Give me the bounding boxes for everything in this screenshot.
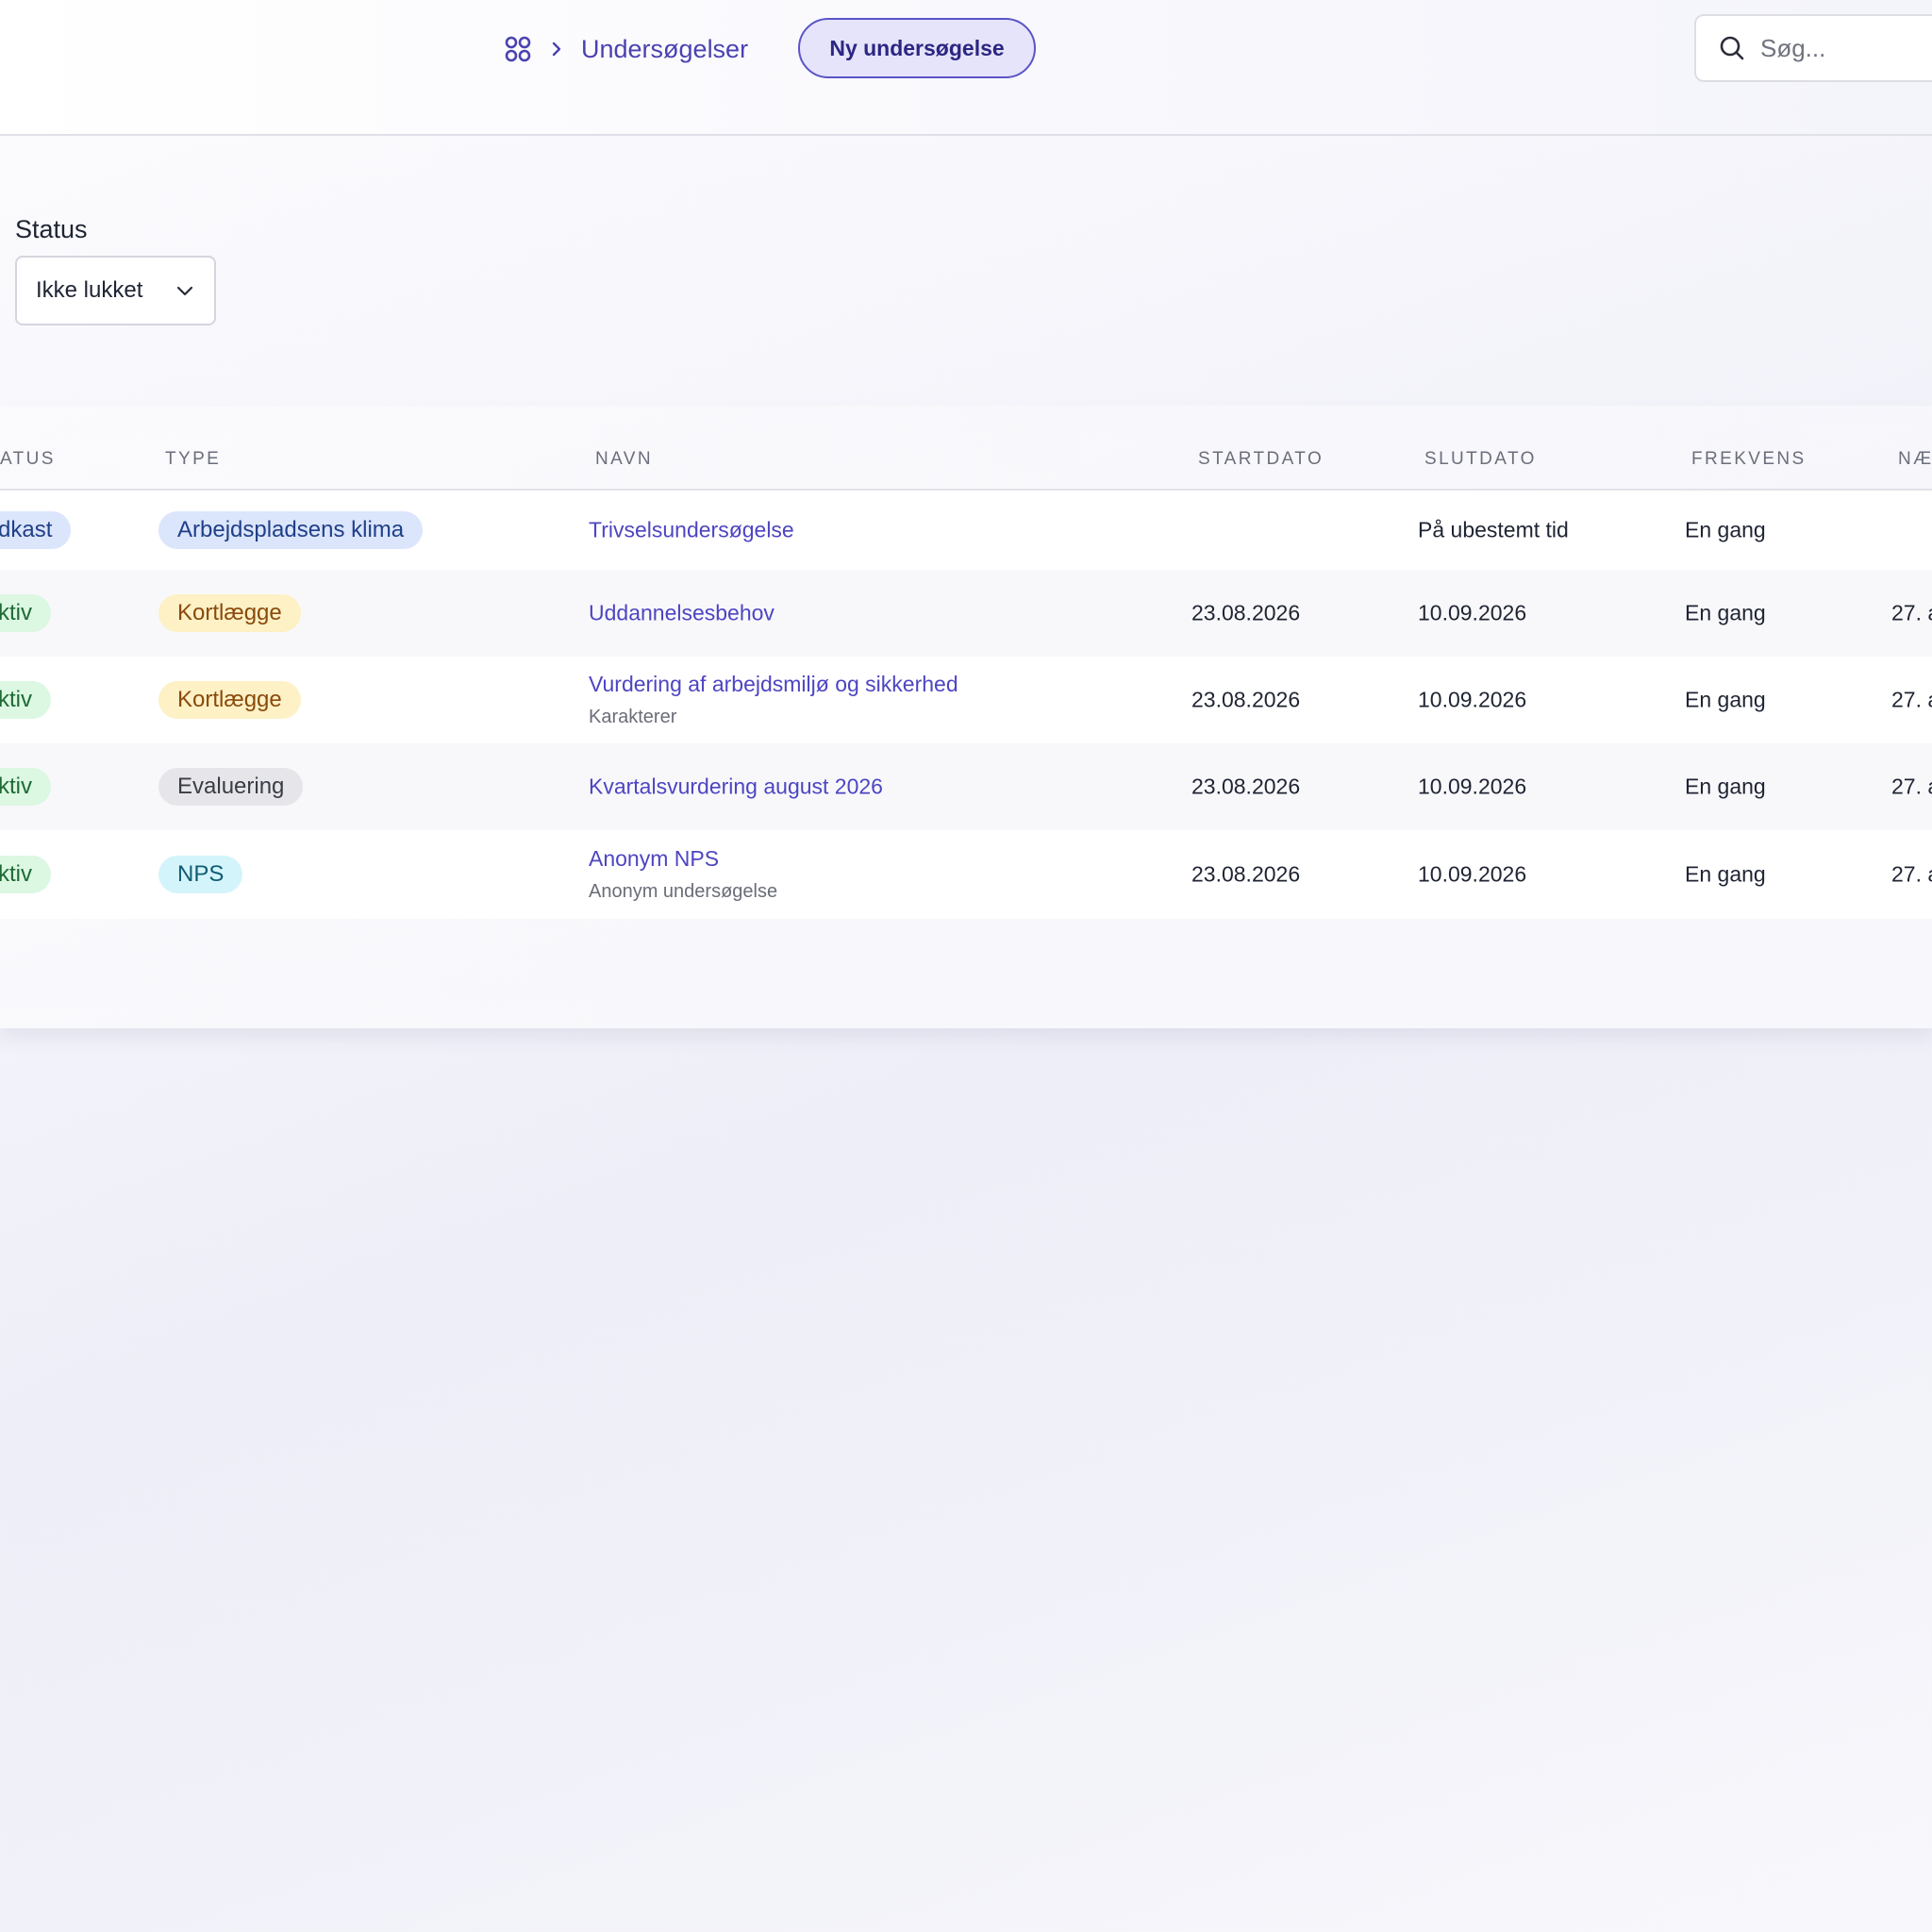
next-date: 27. a [1891, 774, 1932, 799]
survey-name-link[interactable]: Anonym NPS [589, 846, 777, 872]
next-date: 27. a [1891, 687, 1932, 712]
breadcrumb: Undersøgelser [502, 26, 748, 72]
frequency: En gang [1685, 861, 1766, 887]
new-survey-button[interactable]: Ny undersøgelse [798, 18, 1036, 78]
status-filter-label: Status [15, 215, 88, 243]
end-date: 10.09.2026 [1418, 861, 1527, 887]
table-header: ATUS TYPE NAVN STARTDATO SLUTDATO FREKVE… [0, 406, 1932, 491]
search-icon [1717, 33, 1747, 63]
end-date: På ubestemt tid [1418, 517, 1569, 542]
end-date: 10.09.2026 [1418, 687, 1527, 712]
frequency: En gang [1685, 600, 1766, 625]
survey-name-link[interactable]: Uddannelsesbehov [589, 601, 774, 626]
survey-subtitle: Anonym undersøgelse [589, 881, 778, 902]
chevron-right-icon [545, 38, 568, 60]
status-filter-select[interactable]: Ikke lukket [15, 256, 216, 325]
type-badge: Arbejdspladsens klima [158, 511, 424, 549]
table-row[interactable]: ktiv Kortlægge Uddannelsesbehov 23.08.20… [0, 570, 1932, 657]
status-badge: ktiv [0, 594, 51, 632]
type-badge: Kortlægge [158, 681, 301, 719]
type-badge: NPS [158, 856, 243, 893]
frequency: En gang [1685, 517, 1766, 542]
grid-icon[interactable] [502, 33, 534, 65]
chevron-down-icon [175, 281, 195, 302]
start-date: 23.08.2026 [1191, 774, 1301, 799]
column-header-frequency[interactable]: FREKVENS [1691, 449, 1807, 470]
status-badge: ktiv [0, 856, 51, 893]
column-header-name[interactable]: NAVN [595, 449, 653, 470]
breadcrumb-undersogelser[interactable]: Undersøgelser [581, 35, 748, 64]
end-date: 10.09.2026 [1418, 600, 1527, 625]
survey-subtitle: Karakterer [589, 707, 677, 727]
status-filter-value: Ikke lukket [36, 277, 143, 303]
table-row[interactable]: dkast Arbejdspladsens klima Trivselsunde… [0, 491, 1932, 570]
start-date: 23.08.2026 [1191, 861, 1301, 887]
survey-name-link[interactable]: Kvartalsvurdering august 2026 [589, 774, 883, 800]
next-date: 27. a [1891, 861, 1932, 887]
surveys-table: ATUS TYPE NAVN STARTDATO SLUTDATO FREKVE… [0, 406, 1932, 1028]
column-header-enddate[interactable]: SLUTDATO [1424, 449, 1537, 470]
table-row[interactable]: ktiv NPS Anonym NPS Anonym undersøgelse … [0, 830, 1932, 919]
status-badge: dkast [0, 511, 72, 549]
column-header-type[interactable]: TYPE [165, 449, 221, 470]
frequency: En gang [1685, 774, 1766, 799]
type-badge: Kortlægge [158, 594, 301, 632]
start-date: 23.08.2026 [1191, 687, 1301, 712]
status-badge: ktiv [0, 768, 51, 806]
table-row[interactable]: ktiv Evaluering Kvartalsvurdering august… [0, 743, 1932, 830]
top-bar: Undersøgelser Ny undersøgelse [0, 0, 1932, 136]
type-badge: Evaluering [158, 768, 304, 806]
column-header-next[interactable]: NÆ [1898, 449, 1932, 470]
column-header-status[interactable]: ATUS [0, 449, 56, 470]
next-date: 27. a [1891, 600, 1932, 625]
search-input[interactable] [1758, 32, 1932, 64]
survey-name-link[interactable]: Vurdering af arbejdsmiljø og sikkerhed [589, 672, 958, 697]
start-date: 23.08.2026 [1191, 600, 1301, 625]
end-date: 10.09.2026 [1418, 774, 1527, 799]
status-badge: ktiv [0, 681, 51, 719]
frequency: En gang [1685, 687, 1766, 712]
search-box [1694, 14, 1932, 82]
survey-name-link[interactable]: Trivselsundersøgelse [589, 518, 794, 543]
table-row[interactable]: ktiv Kortlægge Vurdering af arbejdsmiljø… [0, 657, 1932, 743]
column-header-startdate[interactable]: STARTDATO [1198, 449, 1324, 470]
